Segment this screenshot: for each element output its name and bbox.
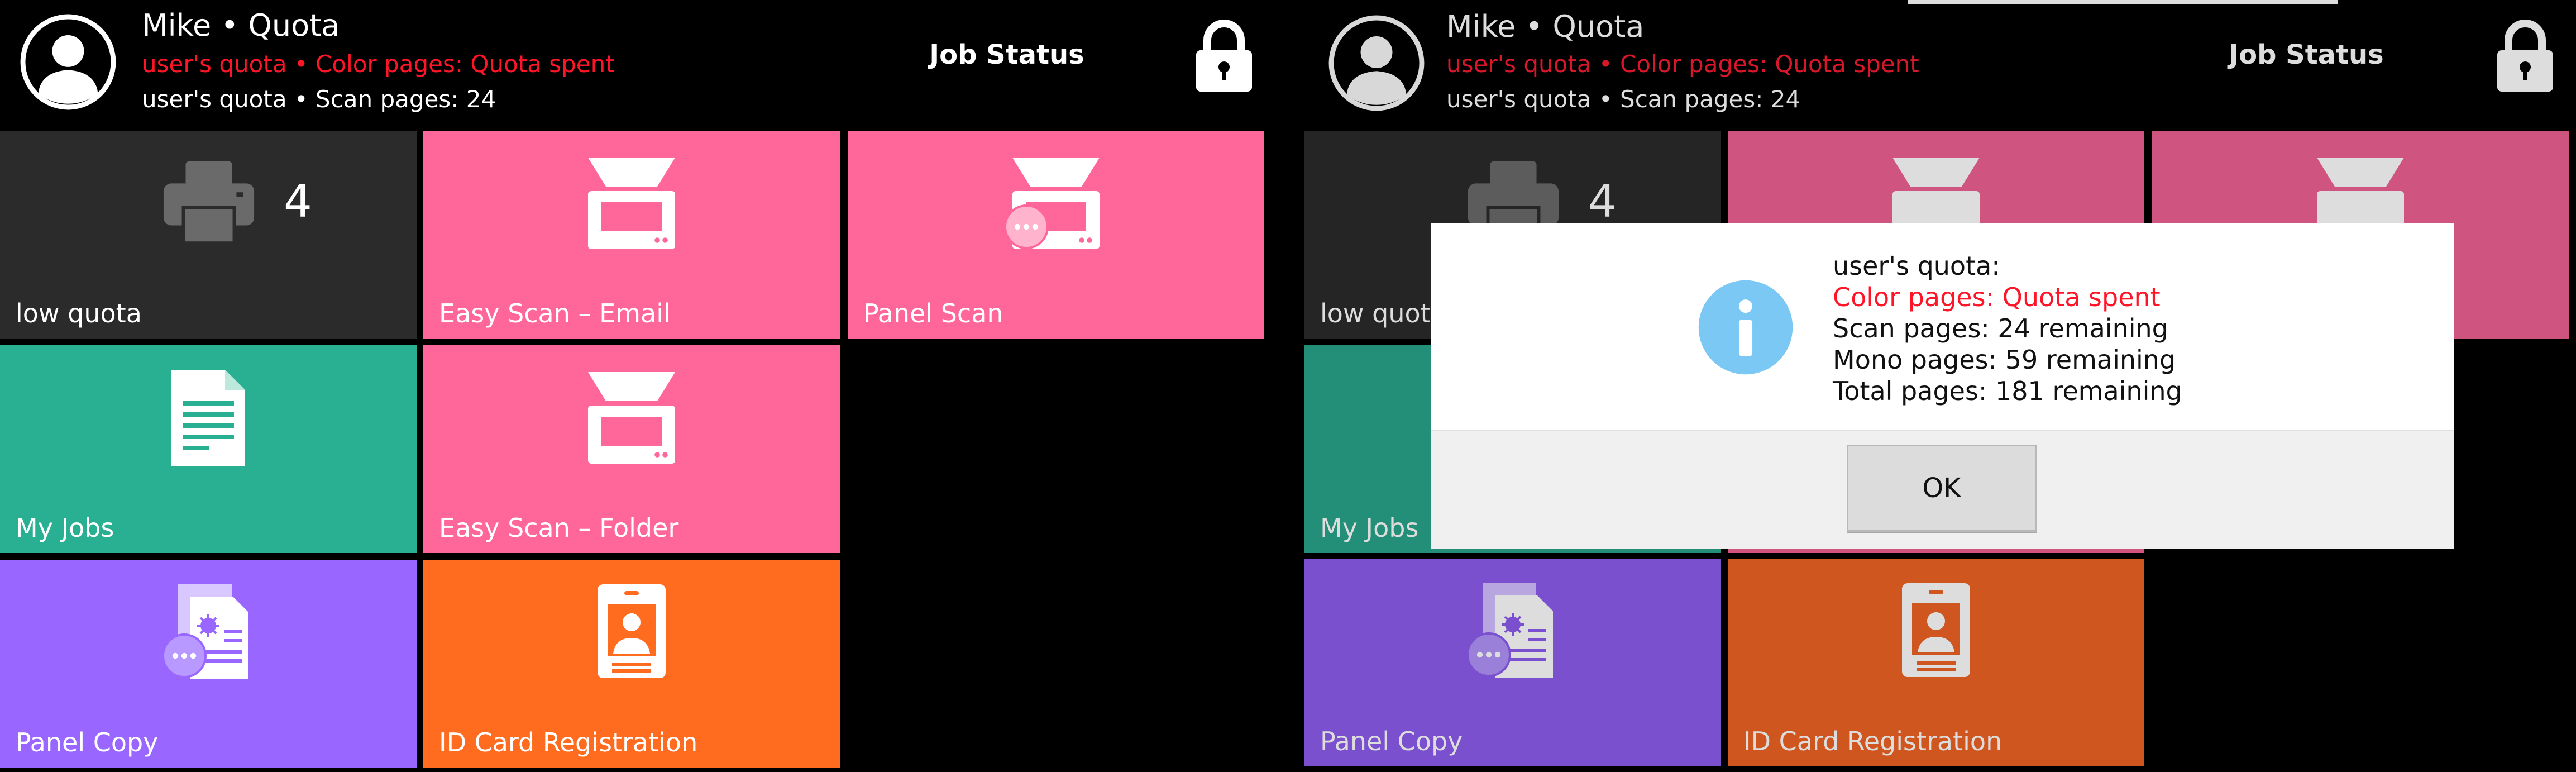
user-avatar-icon[interactable] <box>18 12 118 112</box>
user-name: Mike • Quota <box>1446 9 1645 44</box>
user-name: Mike • Quota <box>142 8 340 43</box>
print-job-count: 4 <box>1588 175 1617 227</box>
quota-color-status: user's quota • Color pages: Quota spent <box>142 50 615 78</box>
quota-details: user's quota: Color pages: Quota spent S… <box>1833 250 2182 407</box>
tile-label-id-card-registration: ID Card Registration <box>1743 726 2003 756</box>
dialog-title: user's quota: <box>1833 251 2000 281</box>
ok-button[interactable]: OK <box>1847 445 2037 532</box>
tile-label-my-jobs: My Jobs <box>16 513 114 543</box>
tile-id-card-registration[interactable]: ID Card Registration <box>1728 559 2144 766</box>
job-status-button[interactable]: Job Status <box>2217 39 2396 70</box>
tile-id-card-registration[interactable]: ID Card Registration <box>423 560 840 768</box>
header-strip <box>1908 0 2338 4</box>
more-options-icon <box>162 633 207 678</box>
tile-panel-copy[interactable]: Panel Copy <box>1304 559 1721 766</box>
tile-printer-low-quota[interactable]: 4 low quota <box>0 131 417 339</box>
tile-label-easy-scan-folder: Easy Scan – Folder <box>439 513 679 543</box>
job-status-button[interactable]: Job Status <box>917 39 1096 70</box>
tile-label-id-card-registration: ID Card Registration <box>439 727 698 757</box>
id-card-icon <box>595 582 668 680</box>
top-bar: Mike • Quota user's quota • Color pages:… <box>0 0 1288 127</box>
dialog-total-pages: Total pages: 181 remaining <box>1833 376 2182 406</box>
scanner-icon <box>584 153 680 254</box>
dialog-scan-pages: Scan pages: 24 remaining <box>1833 313 2168 344</box>
quota-color-status: user's quota • Color pages: Quota spent <box>1446 50 1919 78</box>
more-options-icon <box>1466 632 1511 677</box>
quota-info-dialog: user's quota: Color pages: Quota spent S… <box>1431 223 2454 549</box>
screenshot-pair: Mike • Quota user's quota • Color pages:… <box>0 0 2576 772</box>
user-avatar-icon[interactable] <box>1327 13 1426 113</box>
lock-icon[interactable] <box>2495 20 2555 93</box>
tile-panel-scan[interactable]: Panel Scan <box>848 131 1264 339</box>
quota-scan-status: user's quota • Scan pages: 24 <box>1446 85 1801 113</box>
document-icon <box>169 368 247 468</box>
more-options-icon <box>1004 204 1049 249</box>
tile-easy-scan-email[interactable]: Easy Scan – Email <box>423 131 840 339</box>
tile-label-panel-scan: Panel Scan <box>863 298 1003 328</box>
tile-label-low-quota: low quota <box>16 298 142 328</box>
tile-label-panel-copy: Panel Copy <box>16 727 159 757</box>
scanner-icon <box>584 368 680 468</box>
terminal-home-screen: Mike • Quota user's quota • Color pages:… <box>0 0 1288 772</box>
dialog-footer: OK <box>1431 430 2454 549</box>
quota-scan-status: user's quota • Scan pages: 24 <box>142 85 496 113</box>
top-bar: Mike • Quota user's quota • Color pages:… <box>1304 0 2576 127</box>
print-job-count: 4 <box>284 175 312 227</box>
tile-easy-scan-folder[interactable]: Easy Scan – Folder <box>423 345 840 553</box>
tile-my-jobs[interactable]: My Jobs <box>0 345 417 553</box>
tile-label-easy-scan-email: Easy Scan – Email <box>439 298 671 328</box>
dialog-mono-pages: Mono pages: 59 remaining <box>1833 345 2176 375</box>
tile-label-panel-copy: Panel Copy <box>1320 726 1463 756</box>
tile-label-low-quota: low quota <box>1320 298 1446 328</box>
tile-panel-copy[interactable]: Panel Copy <box>0 560 417 768</box>
id-card-icon <box>1900 581 1972 679</box>
lock-icon[interactable] <box>1194 20 1254 93</box>
printer-icon <box>159 159 259 248</box>
dialog-color-pages: Color pages: Quota spent <box>1833 282 2161 312</box>
info-icon <box>1698 279 1794 375</box>
tile-label-my-jobs: My Jobs <box>1320 513 1419 543</box>
